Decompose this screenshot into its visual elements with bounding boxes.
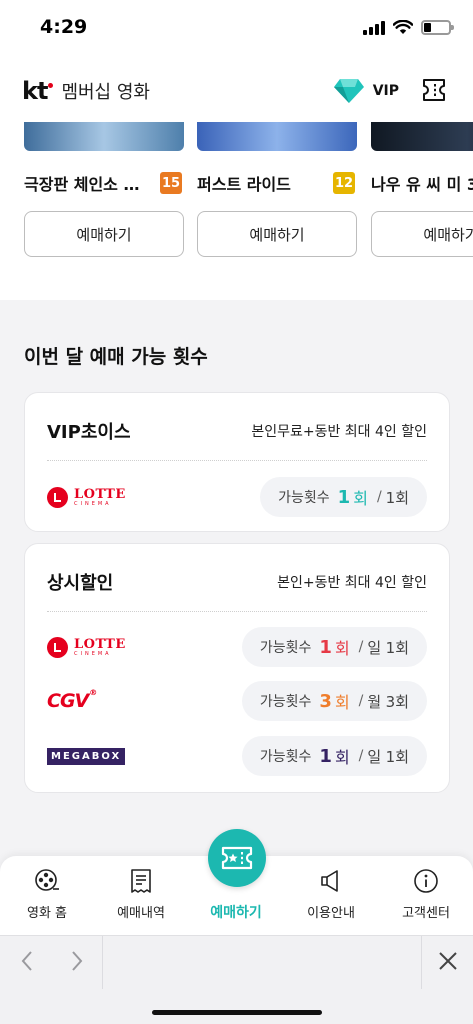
kt-brand: kt bbox=[22, 77, 48, 105]
tab-label: 예매내역 bbox=[117, 906, 165, 921]
tab-label: 영화 홈 bbox=[26, 906, 67, 921]
divider bbox=[47, 611, 427, 612]
age-rating-badge: 15 bbox=[160, 172, 182, 194]
tab-booking-history[interactable]: 예매내역 bbox=[94, 856, 188, 935]
age-rating-badge: 12 bbox=[333, 172, 355, 194]
availability-pill: 가능횟수 3 회 / 월 3회 bbox=[241, 681, 427, 721]
movie-poster[interactable] bbox=[24, 122, 184, 151]
tab-customer-center[interactable]: 고객센터 bbox=[379, 856, 473, 935]
status-time: 4:29 bbox=[40, 16, 88, 38]
tab-label: 고객센터 bbox=[402, 906, 450, 921]
availability-pill: 가능횟수 1 회 / 일 1회 bbox=[241, 627, 427, 667]
home-indicator[interactable] bbox=[152, 1010, 322, 1015]
tab-usage-guide[interactable]: 이용안내 bbox=[284, 856, 378, 935]
cgv-logo: CGV ® bbox=[47, 688, 97, 712]
pill-label: 가능횟수 bbox=[259, 640, 312, 656]
close-icon bbox=[439, 952, 457, 970]
receipt-icon bbox=[128, 868, 154, 894]
info-icon bbox=[413, 868, 439, 894]
vip-badge[interactable]: VIP bbox=[333, 78, 399, 104]
tab-label: 예매하기 bbox=[210, 905, 262, 921]
book-button[interactable]: 예매하기 bbox=[197, 211, 357, 257]
tab-label: 이용안내 bbox=[307, 906, 355, 921]
pill-total: 3회 bbox=[385, 692, 409, 711]
book-button[interactable]: 예매하기 bbox=[24, 211, 184, 257]
kt-dot bbox=[48, 82, 54, 88]
pill-count: 3 bbox=[319, 690, 332, 712]
page-title: 멤버십 영화 bbox=[61, 82, 150, 103]
brand-row: CGV ® 가능횟수 3 회 / 월 3회 bbox=[47, 681, 427, 721]
wifi-icon bbox=[393, 20, 413, 34]
card-desc: 본인+동반 최대 4인 할인 bbox=[277, 575, 427, 591]
chevron-right-icon bbox=[72, 951, 83, 971]
pill-unit: 회 bbox=[353, 489, 368, 508]
divider bbox=[47, 460, 427, 461]
pill-period: 일 bbox=[367, 638, 382, 657]
card-name: 상시할인 bbox=[47, 573, 114, 594]
pill-period: 월 bbox=[367, 692, 382, 711]
movie-card[interactable]: 나우 유 씨 미 3 예매하기 bbox=[371, 122, 473, 257]
browser-forward-button[interactable] bbox=[52, 936, 102, 986]
card-desc: 본인무료+동반 최대 4인 할인 bbox=[251, 424, 427, 440]
vip-choice-card: VIP초이스 본인무료+동반 최대 4인 할인 LOTTE CINEMA 가능횟… bbox=[24, 392, 450, 532]
megabox-logo: MEGABOX bbox=[47, 747, 126, 765]
ticket-icon[interactable] bbox=[421, 78, 447, 102]
lotte-cinema-logo: LOTTE CINEMA bbox=[47, 636, 126, 658]
brand-row: LOTTE CINEMA 가능횟수 1 회 / 일 1회 bbox=[47, 627, 427, 667]
regular-discount-card: 상시할인 본인+동반 최대 4인 할인 LOTTE CINEMA 가능횟수 1 … bbox=[24, 543, 450, 793]
movie-poster[interactable] bbox=[371, 122, 473, 151]
pill-unit: 회 bbox=[334, 693, 350, 712]
pill-label: 가능횟수 bbox=[259, 749, 312, 765]
kt-logo[interactable]: kt 멤버십 영화 bbox=[22, 77, 150, 105]
card-name: VIP초이스 bbox=[47, 422, 131, 443]
film-reel-icon bbox=[34, 868, 60, 894]
browser-close-button[interactable] bbox=[423, 936, 473, 986]
pill-unit: 회 bbox=[334, 748, 350, 767]
pill-label: 가능횟수 bbox=[278, 490, 330, 506]
pill-label: 가능횟수 bbox=[259, 694, 312, 710]
pill-count: 1 bbox=[337, 486, 351, 508]
movie-title: 극장판 체인소 … bbox=[24, 175, 140, 194]
availability-pill: 가능횟수 1 회 / 일 1회 bbox=[241, 736, 427, 776]
status-bar: 4:29 bbox=[0, 0, 473, 58]
tab-movie-home[interactable]: 영화 홈 bbox=[0, 856, 94, 935]
brand-row: MEGABOX 가능횟수 1 회 / 일 1회 bbox=[47, 736, 427, 776]
vip-label: VIP bbox=[372, 83, 399, 99]
pill-total: 1회 bbox=[385, 488, 409, 507]
pill-count: 1 bbox=[319, 636, 332, 658]
movie-carousel[interactable]: 극장판 체인소 … 15 예매하기 퍼스트 라이드 12 예매하기 나우 유 씨… bbox=[0, 122, 473, 300]
browser-back-button[interactable] bbox=[2, 936, 52, 986]
ticket-star-icon bbox=[221, 846, 253, 870]
app-header: kt 멤버십 영화 VIP bbox=[0, 58, 473, 122]
movie-card[interactable]: 퍼스트 라이드 12 예매하기 bbox=[197, 122, 357, 257]
pill-unit: 회 bbox=[334, 639, 350, 658]
pill-total: 1회 bbox=[385, 638, 409, 657]
movie-card[interactable]: 극장판 체인소 … 15 예매하기 bbox=[24, 122, 184, 257]
availability-pill: 가능횟수 1 회 / 1회 bbox=[260, 477, 427, 517]
battery-icon bbox=[421, 20, 454, 35]
lotte-cinema-logo: LOTTE CINEMA bbox=[47, 486, 126, 508]
pill-count: 1 bbox=[319, 745, 332, 767]
cellular-signal-icon bbox=[363, 20, 385, 35]
movie-title: 퍼스트 라이드 bbox=[197, 175, 291, 194]
megaphone-icon bbox=[318, 868, 344, 894]
chevron-left-icon bbox=[21, 951, 32, 971]
diamond-icon bbox=[333, 79, 364, 103]
status-icons bbox=[363, 20, 454, 35]
section-title: 이번 달 예매 가능 횟수 bbox=[24, 346, 208, 368]
browser-toolbar bbox=[0, 935, 473, 990]
book-button[interactable]: 예매하기 bbox=[371, 211, 473, 257]
movie-poster[interactable] bbox=[197, 122, 357, 151]
home-indicator-area bbox=[0, 989, 473, 1024]
pill-total: 1회 bbox=[385, 747, 409, 766]
movie-title: 나우 유 씨 미 3 bbox=[371, 175, 473, 194]
pill-period: 일 bbox=[367, 747, 382, 766]
book-now-fab[interactable] bbox=[208, 829, 266, 887]
brand-row: LOTTE CINEMA 가능횟수 1 회 / 1회 bbox=[47, 477, 427, 517]
